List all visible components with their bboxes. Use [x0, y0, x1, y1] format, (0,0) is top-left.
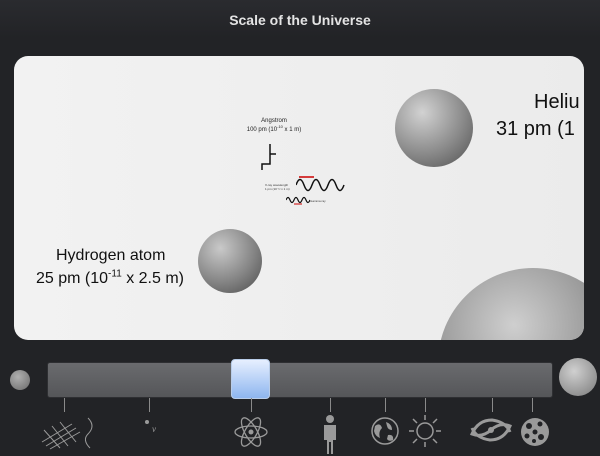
- scale-tick: [330, 398, 331, 412]
- scale-slider-thumb[interactable]: [231, 359, 270, 399]
- galaxy-icon[interactable]: [466, 412, 516, 448]
- helium-name: Heliu: [534, 91, 580, 113]
- hydrogen-size-exp: -11: [108, 268, 122, 280]
- scale-tick: [385, 398, 386, 412]
- scale-tick: [532, 398, 533, 412]
- hydrogen-size-suffix: x 2.5 m): [121, 270, 184, 287]
- universe-icon[interactable]: [519, 416, 551, 448]
- sun-icon[interactable]: [408, 414, 442, 448]
- window-title: Scale of the Universe: [0, 0, 600, 38]
- planet-icon[interactable]: [370, 416, 400, 446]
- helium-size: 31 pm (1: [496, 118, 575, 140]
- gamma-label: Gamma ray: [310, 199, 326, 203]
- human-icon[interactable]: [320, 414, 340, 454]
- scale-tick: [251, 398, 252, 412]
- gamma-wave-icon[interactable]: [286, 194, 310, 206]
- scale-tick: [64, 398, 65, 412]
- angstrom-size-suffix: x 1 m): [282, 127, 302, 133]
- scale-tick: [425, 398, 426, 412]
- scale-tick: [492, 398, 493, 412]
- zoom-out-indicator[interactable]: [559, 358, 597, 396]
- hydrogen-atom-sphere[interactable]: [198, 229, 262, 293]
- angstrom-label[interactable]: Angstrom 100 pm (10-10 x 1 m): [234, 118, 314, 133]
- svg-text:v: v: [152, 424, 156, 434]
- helium-atom-sphere[interactable]: [395, 89, 473, 167]
- particle-icon[interactable]: v: [141, 416, 165, 436]
- xray-label: X-ray wavelength 1 pm (10⁻¹² x 1 m): [265, 183, 290, 191]
- hydrogen-size-prefix: 25 pm (10: [36, 270, 109, 287]
- strings-grid-icon[interactable]: [38, 412, 98, 450]
- scale-slider-track[interactable]: [47, 362, 553, 398]
- angstrom-size: 100 pm (10-10 x 1 m): [234, 124, 314, 133]
- scale-tick: [149, 398, 150, 412]
- xray-wave-icon[interactable]: [296, 174, 348, 194]
- next-atom-sphere[interactable]: [438, 268, 584, 340]
- angstrom-size-prefix: 100 pm (10: [246, 127, 278, 133]
- zoom-in-indicator[interactable]: [10, 370, 30, 390]
- scale-viewport[interactable]: Angstrom 100 pm (10-10 x 1 m) X-ray wave…: [14, 56, 584, 340]
- hydrogen-name: Hydrogen atom: [56, 247, 166, 264]
- hydrogen-size: 25 pm (10-11 x 2.5 m): [36, 268, 184, 288]
- atom-icon[interactable]: [233, 414, 269, 450]
- angstrom-bracket-icon: [261, 144, 276, 170]
